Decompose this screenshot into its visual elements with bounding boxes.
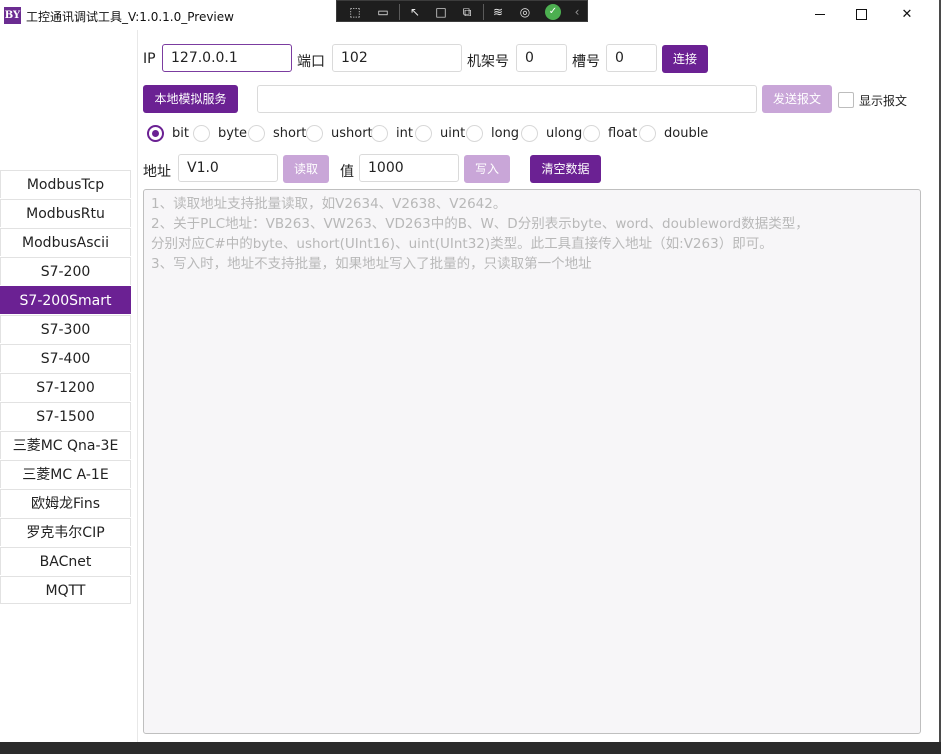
toolbar-separator [483,4,484,20]
toolbar-separator [399,4,400,20]
sidebar-item-s7-1500[interactable]: S7-1500 [0,402,131,430]
check-icon[interactable]: ✓ [545,4,561,20]
radio-indicator [193,125,210,142]
read-button[interactable]: 读取 [283,155,329,183]
video-icon[interactable]: ▭ [375,4,391,20]
radio-label: bit [172,126,189,141]
sidebar-item-modbusascii[interactable]: ModbusAscii [0,228,131,256]
radio-label: ulong [546,126,583,141]
write-button[interactable]: 写入 [464,155,510,183]
sidebar-item--mc-qna-3e[interactable]: 三菱MC Qna-3E [0,431,131,459]
pointer-icon[interactable]: ↖ [407,4,423,20]
radio-indicator [466,125,483,142]
minimize-button[interactable] [797,0,843,30]
log-textarea[interactable]: 1、读取地址支持批量读取，如V2634、V2638、V2642。 2、关于PLC地… [143,189,921,734]
value-input[interactable] [359,154,459,182]
sidebar-item-s7-300[interactable]: S7-300 [0,315,131,343]
radio-indicator [415,125,432,142]
sidebar-item-s7-400[interactable]: S7-400 [0,344,131,372]
frame-icon[interactable]: □ [433,4,449,20]
sidebar-item-mqtt[interactable]: MQTT [0,576,131,604]
show-message-label: 显示报文 [859,94,908,108]
sidebar-item-modbusrtu[interactable]: ModbusRtu [0,199,131,227]
address-input[interactable] [178,154,278,182]
slot-label: 槽号 [572,54,600,70]
port-input[interactable] [332,44,462,72]
debug-toolbar: ⬚ ▭ ↖ □ ⧉ ≋ ◎ ✓ ‹ [336,0,588,22]
display-layout-icon[interactable]: ⧉ [459,4,475,20]
radio-label: ushort [331,126,373,141]
radio-indicator [521,125,538,142]
collapse-chevron-icon[interactable]: ‹ [569,4,585,20]
value-label: 值 [340,164,354,180]
radio-label: double [664,126,709,141]
close-icon: ✕ [901,7,913,22]
log-line: 1、读取地址支持批量读取，如V2634、V2638、V2642。 [151,196,507,212]
close-button[interactable]: ✕ [884,0,930,30]
minimize-icon [815,14,825,15]
radio-label: short [273,126,307,141]
radio-indicator [371,125,388,142]
log-line: 3、写入时，地址不支持批量，如果地址写入了批量的，只读取第一个地址 [151,256,592,272]
show-message-checkbox[interactable] [838,92,854,108]
port-label: 端口 [297,54,325,70]
app-window: BY 工控通讯调试工具_V:1.0.1.0_Preview ✕ ⬚ ▭ ↖ □ … [0,0,940,742]
radio-indicator [583,125,600,142]
radio-indicator [147,125,164,142]
sidebar-item-s7-200smart[interactable]: S7-200Smart [0,286,131,314]
slot-input[interactable] [606,44,657,72]
app-logo: BY [4,7,21,24]
maximize-button[interactable] [838,0,884,30]
accessibility-icon[interactable]: ◎ [517,4,533,20]
sidebar-item--cip[interactable]: 罗克韦尔CIP [0,518,131,546]
window-title: 工控通讯调试工具_V:1.0.1.0_Preview [26,10,234,24]
rack-input[interactable] [516,44,567,72]
ip-label: IP [143,51,156,67]
address-label: 地址 [143,164,171,180]
sidebar-item--mc-a-1e[interactable]: 三菱MC A-1E [0,460,131,488]
sidebar-item-s7-200[interactable]: S7-200 [0,257,131,285]
radio-indicator [248,125,265,142]
maximize-icon [855,9,867,20]
sidebar-divider [137,30,138,742]
ip-input[interactable] [162,44,292,72]
send-message-button[interactable]: 发送报文 [762,85,832,113]
taskbar-edge [0,742,941,754]
sidebar-item-bacnet[interactable]: BACnet [0,547,131,575]
radio-label: byte [218,126,248,141]
radio-label: float [608,126,638,141]
clear-data-button[interactable]: 清空数据 [530,155,601,183]
connect-button[interactable]: 连接 [662,45,708,73]
radio-label: int [396,126,413,141]
radio-label: uint [440,126,466,141]
sidebar-item-s7-1200[interactable]: S7-1200 [0,373,131,401]
radio-indicator [306,125,323,142]
radio-label: long [491,126,520,141]
protocol-sidebar: ModbusTcp ModbusRtu ModbusAscii S7-200 S7-20… [0,170,131,604]
log-line: 2、关于PLC地址：VB263、VW263、VD263中的B、W、D分别表示by… [151,216,809,232]
local-sim-button[interactable]: 本地模拟服务 [143,85,238,113]
sidebar-item-modbustcp[interactable]: ModbusTcp [0,170,131,198]
select-element-icon[interactable]: ⬚ [347,4,363,20]
sidebar-item--fins[interactable]: 欧姆龙Fins [0,489,131,517]
log-line: 分别对应C#中的byte、ushort(UInt16)、uint(UInt32)… [151,236,773,252]
rack-label: 机架号 [467,54,509,70]
radio-indicator [639,125,656,142]
message-input[interactable] [257,85,757,113]
hot-reload-icon[interactable]: ≋ [490,4,506,20]
